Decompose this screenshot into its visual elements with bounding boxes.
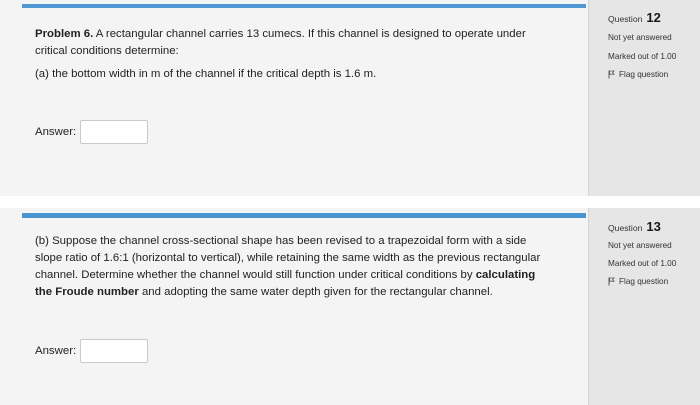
- answer-label: Answer:: [35, 345, 77, 357]
- question-status: Not yet answered: [608, 33, 672, 42]
- question-text: Problem 6. A rectangular channel carries…: [35, 26, 555, 83]
- question-number-label: Question: [608, 223, 643, 233]
- question-number: Question 12: [608, 10, 661, 25]
- answer-label: Answer:: [35, 126, 77, 138]
- question-13: Question 13 Not yet answered Marked out …: [0, 208, 700, 405]
- flag-question-label: Flag question: [619, 277, 669, 286]
- question-marks: Marked out of 1.00: [608, 52, 677, 61]
- question-part-b-text-end: and adopting the same water depth given …: [141, 286, 493, 298]
- flag-icon: [608, 277, 615, 286]
- question-12: Question 12 Not yet answered Marked out …: [0, 0, 700, 196]
- problem-intro: A rectangular channel carries 13 cumecs.…: [35, 28, 526, 57]
- question-content: (b) Suppose the channel cross-sectional …: [22, 208, 586, 405]
- question-part-b-text: (b) Suppose the channel cross-sectional …: [35, 235, 541, 281]
- answer-row: Answer:: [35, 120, 149, 144]
- question-number-label: Question: [608, 14, 643, 24]
- question-info-panel: Question 12 Not yet answered Marked out …: [588, 0, 700, 196]
- question-text: (b) Suppose the channel cross-sectional …: [35, 233, 555, 301]
- question-info-panel: Question 13 Not yet answered Marked out …: [588, 208, 700, 405]
- question-status: Not yet answered: [608, 241, 672, 250]
- question-content: Problem 6. A rectangular channel carries…: [22, 0, 586, 196]
- answer-input[interactable]: [80, 339, 149, 363]
- question-marks: Marked out of 1.00: [608, 259, 677, 268]
- flag-question-button[interactable]: Flag question: [608, 70, 668, 79]
- question-accent-bar: [22, 4, 586, 8]
- answer-input[interactable]: [80, 120, 149, 144]
- question-number: Question 13: [608, 219, 661, 234]
- question-accent-bar: [22, 213, 586, 218]
- flag-question-button[interactable]: Flag question: [608, 277, 668, 286]
- question-number-value: 13: [646, 219, 661, 234]
- flag-icon: [608, 70, 615, 79]
- answer-row: Answer:: [35, 339, 149, 363]
- flag-question-label: Flag question: [619, 70, 669, 79]
- question-part-a: (a) the bottom width in m of the channel…: [35, 68, 377, 80]
- problem-label: Problem 6.: [35, 28, 94, 40]
- question-number-value: 12: [646, 10, 661, 25]
